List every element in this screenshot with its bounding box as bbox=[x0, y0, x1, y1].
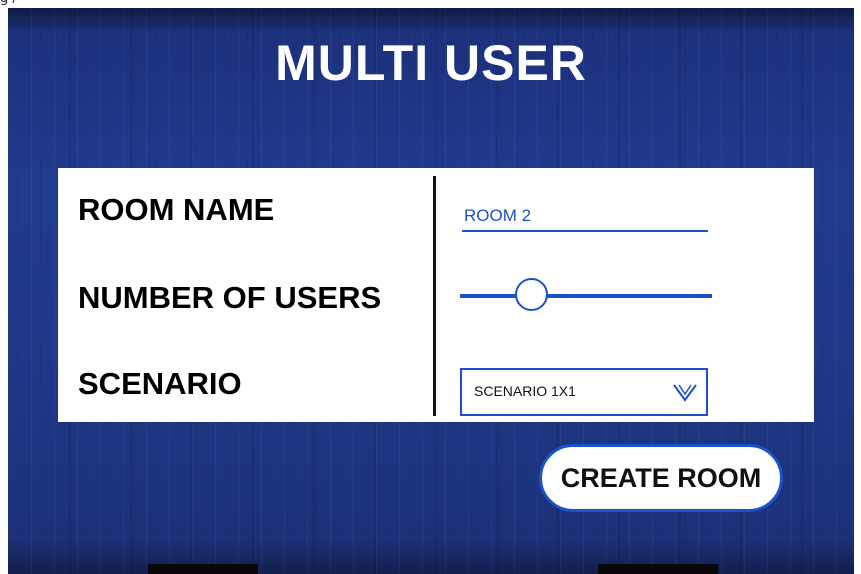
room-name-input[interactable] bbox=[462, 204, 708, 232]
slider-thumb[interactable] bbox=[514, 278, 548, 311]
menu-screen: MULTI USER ROOM NAME NUMBER OF USERS SCE… bbox=[8, 8, 854, 574]
panel-divider bbox=[433, 176, 436, 416]
number-of-users-label: NUMBER OF USERS bbox=[78, 280, 382, 315]
chevron-down-icon[interactable] bbox=[672, 383, 698, 407]
room-settings-panel: ROOM NAME NUMBER OF USERS SCENARIO SCENA… bbox=[58, 168, 814, 422]
bottom-decoration-left bbox=[148, 564, 258, 574]
scenario-label: SCENARIO bbox=[78, 366, 242, 401]
create-room-button[interactable]: CREATE ROOM bbox=[539, 444, 783, 512]
top-strip: g / bbox=[0, 0, 861, 8]
number-of-users-slider[interactable] bbox=[460, 278, 712, 314]
bottom-decoration-right bbox=[598, 564, 718, 574]
scenario-selected-value: SCENARIO 1X1 bbox=[474, 383, 576, 399]
page-title: MULTI USER bbox=[275, 35, 587, 91]
slider-track bbox=[460, 294, 712, 298]
corner-text: g / bbox=[0, 0, 17, 6]
scenario-dropdown[interactable]: SCENARIO 1X1 bbox=[460, 368, 708, 416]
room-name-label: ROOM NAME bbox=[78, 192, 275, 227]
